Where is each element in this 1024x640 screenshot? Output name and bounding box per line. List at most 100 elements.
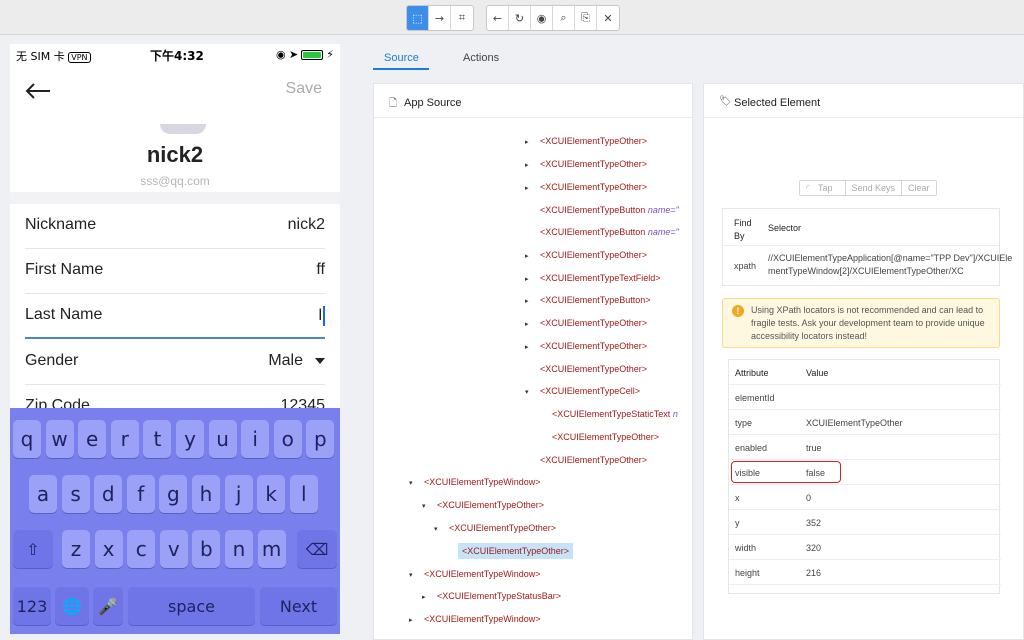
- clock: 下午4:32: [150, 49, 204, 63]
- attribute-name: x: [735, 493, 740, 503]
- find-by-value: xpath: [734, 261, 757, 271]
- gender-select[interactable]: Gender Male: [25, 340, 325, 385]
- profile-nickname: nick2: [146, 142, 204, 167]
- attribute-value: 352: [806, 518, 822, 528]
- location-icon: ◉ ➤: [275, 48, 299, 61]
- save-button[interactable]: Save: [286, 80, 322, 98]
- tap-button[interactable]: ◜ Tap: [800, 181, 846, 195]
- tab-actions[interactable]: Actions: [463, 52, 499, 64]
- panel-title: Selected Element: [734, 97, 821, 109]
- key-c[interactable]: c: [127, 530, 156, 568]
- attribute-row-height: height 216: [729, 560, 1001, 585]
- selected-element-panel: 🏷 Selected Element ◜ Tap Send Keys Clear …: [703, 83, 1024, 640]
- key-g[interactable]: g: [159, 475, 188, 513]
- shift-key[interactable]: ⇧: [13, 530, 53, 568]
- highlight-box: [731, 461, 841, 483]
- next-key[interactable]: Next: [260, 587, 337, 625]
- key-u[interactable]: u: [208, 420, 237, 458]
- action-button-group: ← ↻ ◉ ⌕ ⎘ ✕: [486, 5, 620, 31]
- globe-key[interactable]: 🌐: [55, 587, 89, 625]
- avatar: [160, 124, 206, 134]
- key-q[interactable]: q: [13, 420, 41, 458]
- nickname-field[interactable]: Nickname nick2: [25, 204, 325, 249]
- key-x[interactable]: x: [94, 530, 123, 568]
- keyboard[interactable]: q w e r t y u i o p a s d f g h j k l ⇧ z x c v b n m ⌫ 123 🌐 🎤 space Ne…: [10, 408, 340, 634]
- key-o[interactable]: o: [273, 420, 302, 458]
- selector-value[interactable]: //XCUIElementTypeApplication[@name="TPP …: [768, 252, 1018, 278]
- find-by-header: Find By: [734, 218, 752, 241]
- delete-key[interactable]: ⌫: [297, 530, 337, 568]
- attributes-header-row: Attribute Value: [729, 360, 1001, 385]
- select-icon[interactable]: ⬚: [407, 6, 429, 30]
- key-j[interactable]: j: [224, 475, 253, 513]
- first-name-field[interactable]: First Name ff: [25, 249, 325, 294]
- profile-form: Nickname nick2 First Name ff Last Name l Ge…: [10, 204, 340, 430]
- attribute-value: 216: [806, 568, 822, 578]
- key-e[interactable]: e: [78, 420, 107, 458]
- vpn-badge: VPN: [68, 52, 91, 63]
- attribute-name: y: [735, 518, 740, 528]
- last-name-field[interactable]: Last Name l: [25, 294, 325, 339]
- key-s[interactable]: s: [61, 475, 90, 513]
- attribute-value: XCUIElementTypeOther: [806, 418, 903, 428]
- attribute-name: width: [735, 543, 757, 553]
- key-i[interactable]: i: [241, 420, 270, 458]
- tag-icon: 🏷: [719, 96, 732, 107]
- clear-button[interactable]: Clear: [902, 181, 936, 195]
- key-b[interactable]: b: [192, 530, 221, 568]
- key-m[interactable]: m: [257, 530, 286, 568]
- key-n[interactable]: n: [225, 530, 253, 568]
- battery-icon: [301, 50, 324, 60]
- element-action-buttons: ◜ Tap Send Keys Clear: [799, 180, 937, 196]
- key-a[interactable]: a: [29, 475, 57, 513]
- dropdown-arrow-icon: [315, 357, 325, 364]
- key-t[interactable]: t: [143, 420, 172, 458]
- numbers-key[interactable]: 123: [13, 587, 51, 625]
- swipe-icon[interactable]: →: [429, 6, 451, 30]
- field-value: l: [318, 306, 325, 326]
- back-icon[interactable]: ←: [487, 6, 509, 30]
- panel-title: App Source: [404, 97, 462, 109]
- tab-source[interactable]: Source: [384, 52, 419, 64]
- profile-header: Save nick2 sss@qq.com: [10, 66, 340, 192]
- search-icon[interactable]: ⌕: [553, 6, 575, 30]
- key-h[interactable]: h: [192, 475, 220, 513]
- microphone-key[interactable]: 🎤: [93, 587, 123, 625]
- key-w[interactable]: w: [45, 420, 74, 458]
- key-v[interactable]: v: [159, 530, 188, 568]
- app-source-header: 🗋 App Source: [374, 84, 692, 118]
- key-z[interactable]: z: [62, 530, 90, 568]
- key-r[interactable]: r: [110, 420, 139, 458]
- attribute-name: type: [735, 418, 753, 428]
- key-f[interactable]: f: [126, 475, 155, 513]
- attribute-value: 0: [806, 493, 812, 503]
- field-label: First Name: [25, 261, 104, 278]
- close-icon[interactable]: ✕: [597, 6, 619, 30]
- attribute-row-type: type XCUIElementTypeOther: [729, 410, 1001, 435]
- attribute-name: height: [735, 568, 760, 578]
- back-arrow-icon[interactable]: [24, 82, 52, 100]
- refresh-icon[interactable]: ↻: [509, 6, 531, 30]
- selected-element-header: 🏷 Selected Element: [704, 84, 1023, 118]
- copy-icon[interactable]: ⎘: [575, 6, 597, 30]
- selector-table: Find By Selector xpath //XCUIElementType…: [722, 208, 1012, 286]
- eye-icon[interactable]: ◉: [531, 6, 553, 30]
- attribute-row-y: y 352: [729, 510, 1001, 535]
- value-header: Value: [806, 368, 829, 378]
- key-p[interactable]: p: [306, 420, 335, 458]
- attribute-header: Attribute: [735, 368, 769, 378]
- attributes-table: Attribute Value elementId type XCUIElementTy…: [728, 359, 1001, 594]
- key-d[interactable]: d: [94, 475, 123, 513]
- space-key[interactable]: space: [128, 587, 255, 625]
- document-icon: 🗋: [389, 98, 398, 109]
- key-l[interactable]: l: [289, 475, 318, 513]
- device-screen[interactable]: 无 SIM 卡 VPN 下午4:32 ◉ ➤ ⚡ Save nick2 sss@q…: [10, 44, 340, 634]
- app-source-panel: 🗋 App Source: [373, 83, 693, 640]
- field-value: nick2: [287, 216, 325, 233]
- tap-by-coordinates-icon[interactable]: ⌗: [451, 6, 473, 30]
- key-k[interactable]: k: [257, 475, 286, 513]
- profile-email: sss@qq.com: [140, 174, 210, 188]
- charging-icon: ⚡: [326, 48, 334, 61]
- send-keys-button[interactable]: Send Keys: [846, 181, 903, 195]
- key-y[interactable]: y: [176, 420, 204, 458]
